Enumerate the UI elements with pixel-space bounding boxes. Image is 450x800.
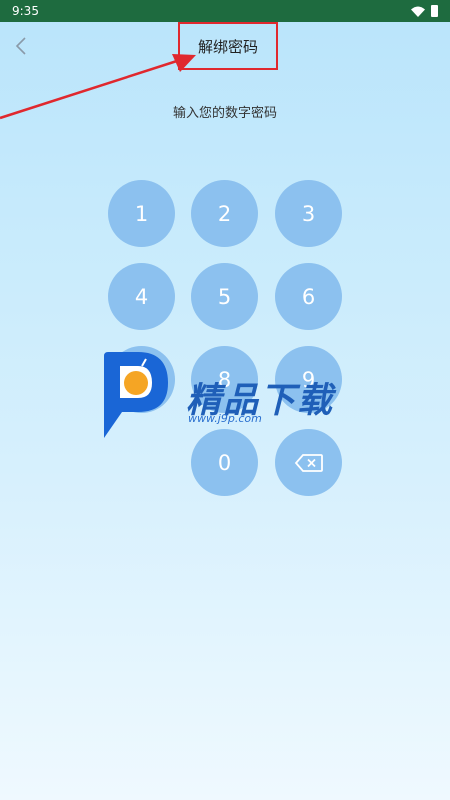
key-3[interactable]: 3: [275, 180, 342, 247]
key-6[interactable]: 6: [275, 263, 342, 330]
key-4[interactable]: 4: [108, 263, 175, 330]
key-1[interactable]: 1: [108, 180, 175, 247]
watermark-logo: [104, 352, 168, 438]
key-2[interactable]: 2: [191, 180, 258, 247]
watermark-url: www.j9p.com: [188, 412, 262, 425]
key-5[interactable]: 5: [191, 263, 258, 330]
watermark: 精品下载 www.j9p.com: [98, 350, 358, 442]
backspace-icon: [294, 453, 323, 472]
